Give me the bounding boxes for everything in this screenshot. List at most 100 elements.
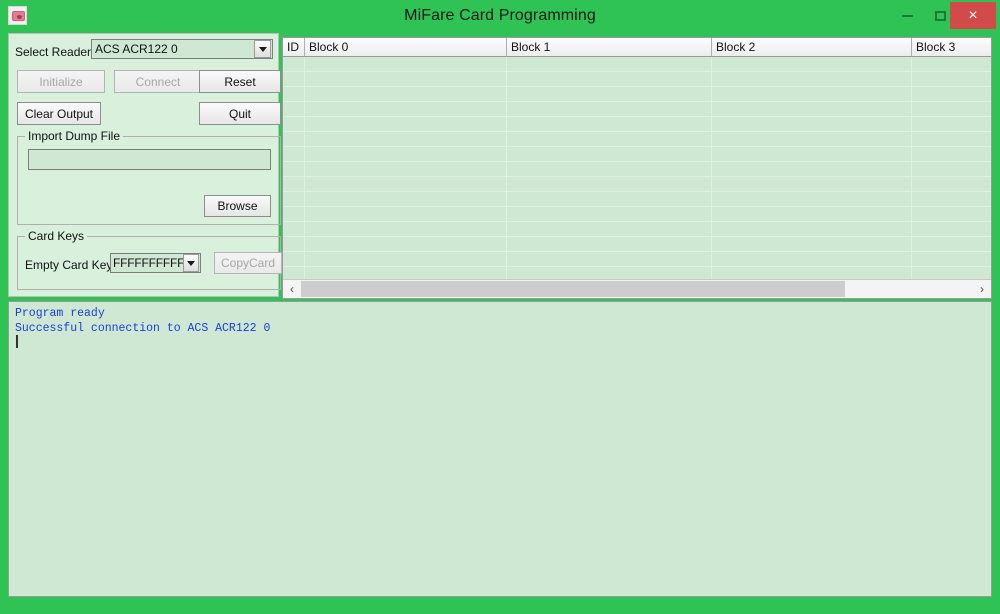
table-cell[interactable] [507,192,712,207]
table-cell[interactable] [712,192,912,207]
table-cell[interactable] [912,72,991,87]
table-cell[interactable] [507,237,712,252]
table-cell[interactable] [912,222,991,237]
table-cell[interactable] [712,252,912,267]
table-cell[interactable] [507,72,712,87]
chevron-down-icon[interactable] [254,40,271,58]
connect-button[interactable]: Connect [114,70,202,93]
table-cell[interactable] [507,87,712,102]
table-cell[interactable] [912,237,991,252]
clear-output-button[interactable]: Clear Output [17,102,101,125]
table-row[interactable] [283,132,991,147]
table-row[interactable] [283,252,991,267]
table-cell[interactable] [283,177,305,192]
table-row[interactable] [283,222,991,237]
table-cell[interactable] [283,132,305,147]
table-cell[interactable] [305,102,507,117]
table-cell[interactable] [305,117,507,132]
table-cell[interactable] [712,72,912,87]
scroll-left-icon[interactable]: ‹ [283,280,301,298]
table-cell[interactable] [305,252,507,267]
table-row[interactable] [283,192,991,207]
scroll-right-icon[interactable]: › [973,280,991,298]
table-row[interactable] [283,237,991,252]
table-cell[interactable] [712,117,912,132]
table-row[interactable] [283,207,991,222]
table-cell[interactable] [305,57,507,72]
table-cell[interactable] [507,162,712,177]
table-cell[interactable] [912,147,991,162]
table-cell[interactable] [712,57,912,72]
table-cell[interactable] [305,132,507,147]
grid-column-header[interactable]: ID [283,38,305,56]
output-log-panel[interactable]: Program ready Successful connection to A… [8,301,992,597]
table-cell[interactable] [283,222,305,237]
minimize-button[interactable] [892,0,922,31]
chevron-down-icon[interactable] [183,254,199,272]
table-row[interactable] [283,102,991,117]
table-cell[interactable] [912,207,991,222]
table-cell[interactable] [283,57,305,72]
table-cell[interactable] [912,102,991,117]
table-cell[interactable] [305,147,507,162]
initialize-button[interactable]: Initialize [17,70,105,93]
table-cell[interactable] [712,132,912,147]
table-cell[interactable] [912,57,991,72]
table-cell[interactable] [912,87,991,102]
table-cell[interactable] [283,87,305,102]
table-cell[interactable] [712,207,912,222]
table-cell[interactable] [283,72,305,87]
browse-button[interactable]: Browse [204,195,271,217]
quit-button[interactable]: Quit [199,102,281,125]
table-cell[interactable] [507,132,712,147]
table-row[interactable] [283,147,991,162]
table-cell[interactable] [712,237,912,252]
table-cell[interactable] [912,117,991,132]
close-button[interactable]: × [950,2,996,29]
table-cell[interactable] [283,117,305,132]
table-cell[interactable] [283,252,305,267]
table-cell[interactable] [283,207,305,222]
scrollbar-track[interactable] [301,280,973,298]
table-cell[interactable] [912,252,991,267]
table-cell[interactable] [507,177,712,192]
table-cell[interactable] [305,87,507,102]
grid-column-header[interactable]: Block 1 [507,38,712,56]
empty-card-key-select[interactable]: FFFFFFFFFFFF [110,253,201,273]
table-cell[interactable] [305,207,507,222]
table-cell[interactable] [712,87,912,102]
grid-horizontal-scrollbar[interactable]: ‹ › [283,279,991,298]
dump-file-path-input[interactable] [28,149,271,170]
grid-column-header[interactable]: Block 2 [712,38,912,56]
table-cell[interactable] [283,237,305,252]
table-cell[interactable] [305,222,507,237]
table-cell[interactable] [507,117,712,132]
table-row[interactable] [283,117,991,132]
table-cell[interactable] [507,252,712,267]
table-cell[interactable] [305,177,507,192]
grid-column-header[interactable]: Block 0 [305,38,507,56]
table-cell[interactable] [912,132,991,147]
table-cell[interactable] [305,192,507,207]
table-cell[interactable] [507,102,712,117]
table-row[interactable] [283,87,991,102]
table-cell[interactable] [283,102,305,117]
table-cell[interactable] [305,237,507,252]
table-cell[interactable] [712,147,912,162]
table-cell[interactable] [283,192,305,207]
table-cell[interactable] [912,177,991,192]
table-cell[interactable] [712,222,912,237]
reader-select[interactable]: ACS ACR122 0 [91,39,273,59]
table-row[interactable] [283,162,991,177]
table-cell[interactable] [712,177,912,192]
table-row[interactable] [283,177,991,192]
table-row[interactable] [283,57,991,72]
table-cell[interactable] [283,162,305,177]
copycard-button[interactable]: CopyCard [214,252,282,274]
table-cell[interactable] [305,162,507,177]
table-row[interactable] [283,72,991,87]
table-cell[interactable] [912,162,991,177]
table-cell[interactable] [712,102,912,117]
grid-column-header[interactable]: Block 3 [912,38,991,56]
table-cell[interactable] [507,57,712,72]
